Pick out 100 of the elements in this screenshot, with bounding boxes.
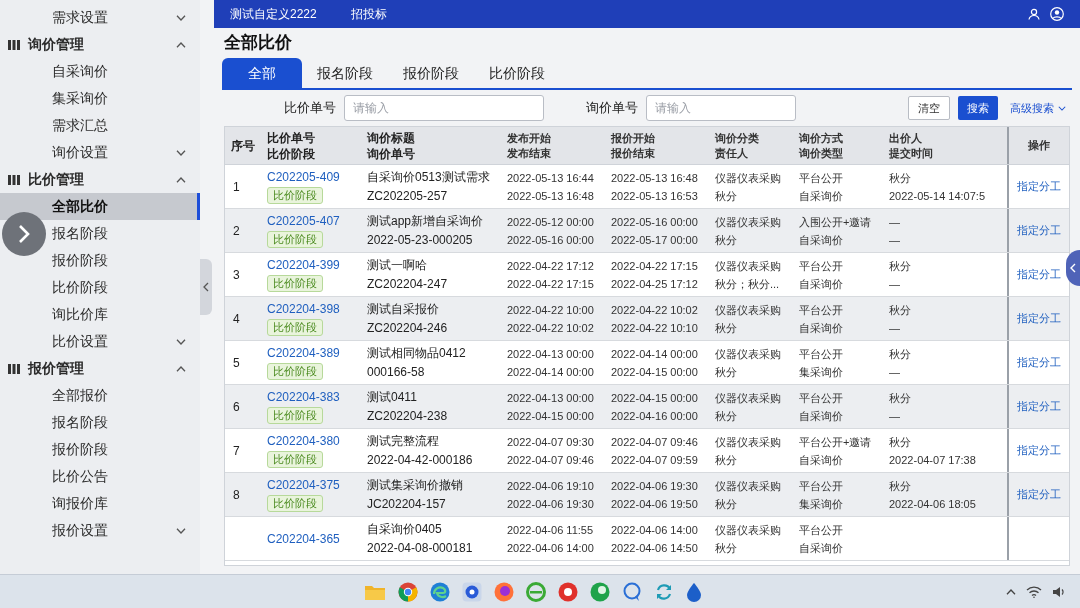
column-header: 出价人: [889, 130, 923, 146]
inquiry-number-text: ZC202205-257: [367, 187, 449, 205]
action-link[interactable]: 指定分工: [1017, 222, 1061, 239]
date-text: 2022-04-07 09:59: [611, 452, 699, 468]
date-text: 2022-04-06 14:00: [507, 540, 595, 556]
action-link[interactable]: 指定分工: [1017, 178, 1061, 195]
app-icon[interactable]: [558, 581, 578, 602]
sync-icon[interactable]: [654, 581, 674, 602]
menu-group[interactable]: 比价管理: [0, 166, 200, 193]
order-link[interactable]: C202204-389: [267, 345, 340, 361]
menu-item[interactable]: 比价设置: [0, 328, 200, 355]
order-link[interactable]: C202205-409: [267, 169, 340, 185]
menu-item[interactable]: 报名阶段: [0, 220, 200, 247]
person-text: 秋分: [889, 390, 912, 406]
app-icon[interactable]: [398, 581, 418, 602]
category-text: 仪器仪表采购: [715, 214, 782, 230]
menu-item[interactable]: 需求汇总: [0, 112, 200, 139]
order-link[interactable]: C202204-383: [267, 389, 340, 405]
menu-item[interactable]: 自采询价: [0, 58, 200, 85]
category-text: 仪器仪表采购: [715, 522, 782, 538]
chevron-up-icon[interactable]: [1006, 588, 1016, 595]
tab[interactable]: 比价阶段: [474, 58, 560, 88]
person-text: 秋分: [889, 478, 912, 494]
menu-group[interactable]: 询价管理: [0, 31, 200, 58]
inquiry-number-text: ZC202204-238: [367, 407, 449, 425]
menu-item[interactable]: 比价公告: [0, 463, 200, 490]
menu-item[interactable]: 比价阶段: [0, 274, 200, 301]
title-text: 自采询价0405: [367, 520, 443, 538]
column-header: 报价结束: [611, 145, 656, 161]
tab[interactable]: 报价阶段: [388, 58, 474, 88]
method-text: 平台公开: [799, 390, 844, 406]
menu-item[interactable]: 全部比价: [0, 193, 200, 220]
type-text: 自采询价: [799, 452, 844, 468]
search-field[interactable]: 请输入: [344, 95, 544, 121]
date-text: —: [889, 364, 901, 380]
date-text: 2022-04-15 00:00: [611, 390, 699, 406]
search-field[interactable]: 请输入: [646, 95, 796, 121]
tab[interactable]: 全部: [222, 58, 302, 88]
date-text: —: [889, 408, 901, 424]
nav-link[interactable]: 测试自定义2222: [230, 5, 317, 23]
action-link[interactable]: 指定分工: [1017, 266, 1061, 283]
date-text: —: [889, 276, 901, 292]
status-tag: 比价阶段: [267, 451, 323, 468]
title-text: 测试0411: [367, 388, 418, 406]
tab[interactable]: 报名阶段: [302, 58, 388, 88]
action-link[interactable]: 指定分工: [1017, 398, 1061, 415]
advanced-search-button[interactable]: 高级搜索: [1006, 96, 1070, 120]
speaker-icon[interactable]: [1052, 585, 1066, 598]
order-link[interactable]: C202205-407: [267, 213, 340, 229]
column-header: 询价方式: [799, 130, 844, 146]
order-link[interactable]: C202204-375: [267, 477, 340, 493]
app-icon[interactable]: [590, 581, 610, 602]
type-text: 自采询价: [799, 232, 844, 248]
order-link[interactable]: C202204-365: [267, 530, 340, 547]
person-text: 秋分: [715, 496, 738, 512]
column-header: 询价单号: [367, 145, 416, 162]
category-text: 仪器仪表采购: [715, 258, 782, 274]
menu-item[interactable]: 集采询价: [0, 85, 200, 112]
menu-item[interactable]: 报价设置: [0, 517, 200, 544]
user-icon[interactable]: [1028, 8, 1040, 20]
menu-item[interactable]: 询比价库: [0, 301, 200, 328]
menu-item[interactable]: 询价设置: [0, 139, 200, 166]
column-header: 发布结束: [507, 145, 552, 161]
menu-item[interactable]: 询报价库: [0, 490, 200, 517]
column-header: 发布开始: [507, 130, 552, 146]
date-text: 2022-04-22 17:15: [507, 276, 595, 292]
app-icon[interactable]: [462, 581, 482, 602]
menu-item[interactable]: 报名阶段: [0, 409, 200, 436]
date-text: 2022-04-25 17:12: [611, 276, 699, 292]
previous-button[interactable]: [1066, 250, 1080, 286]
date-text: 2022-04-13 00:00: [507, 346, 595, 362]
nav-link[interactable]: 招投标: [350, 5, 387, 23]
avatar-icon[interactable]: [1050, 7, 1064, 21]
method-text: 平台公开: [799, 258, 844, 274]
app-icon[interactable]: [430, 581, 450, 602]
menu-group[interactable]: 报价管理: [0, 355, 200, 382]
type-text: 集采询价: [799, 496, 844, 512]
chat-bubble-icon[interactable]: [622, 581, 642, 602]
action-link[interactable]: 指定分工: [1017, 354, 1061, 371]
menu-item[interactable]: 报价阶段: [0, 247, 200, 274]
app-icon[interactable]: [494, 581, 514, 602]
menu-item[interactable]: 报价阶段: [0, 436, 200, 463]
search-button[interactable]: 搜索: [958, 96, 998, 120]
date-text: 2022-04-06 11:55: [507, 522, 595, 538]
action-link[interactable]: 指定分工: [1017, 486, 1061, 503]
menu-item[interactable]: 需求设置: [0, 4, 200, 31]
action-link[interactable]: 指定分工: [1017, 442, 1061, 459]
action-link[interactable]: 指定分工: [1017, 310, 1061, 327]
column-header: 比价阶段: [267, 145, 316, 162]
status-tag: 比价阶段: [267, 231, 323, 248]
menu-item[interactable]: 全部报价: [0, 382, 200, 409]
order-link[interactable]: C202204-399: [267, 257, 340, 273]
wifi-icon[interactable]: [1026, 585, 1042, 598]
order-link[interactable]: C202204-380: [267, 433, 340, 449]
clear-button[interactable]: 清空: [908, 96, 950, 120]
date-text: 2022-04-07 09:46: [611, 434, 699, 450]
drop-icon[interactable]: [686, 581, 702, 602]
date-text: 2022-05-16 00:00: [611, 214, 699, 230]
order-link[interactable]: C202204-398: [267, 301, 340, 317]
date-text: 2022-04-14 00:00: [611, 346, 699, 362]
